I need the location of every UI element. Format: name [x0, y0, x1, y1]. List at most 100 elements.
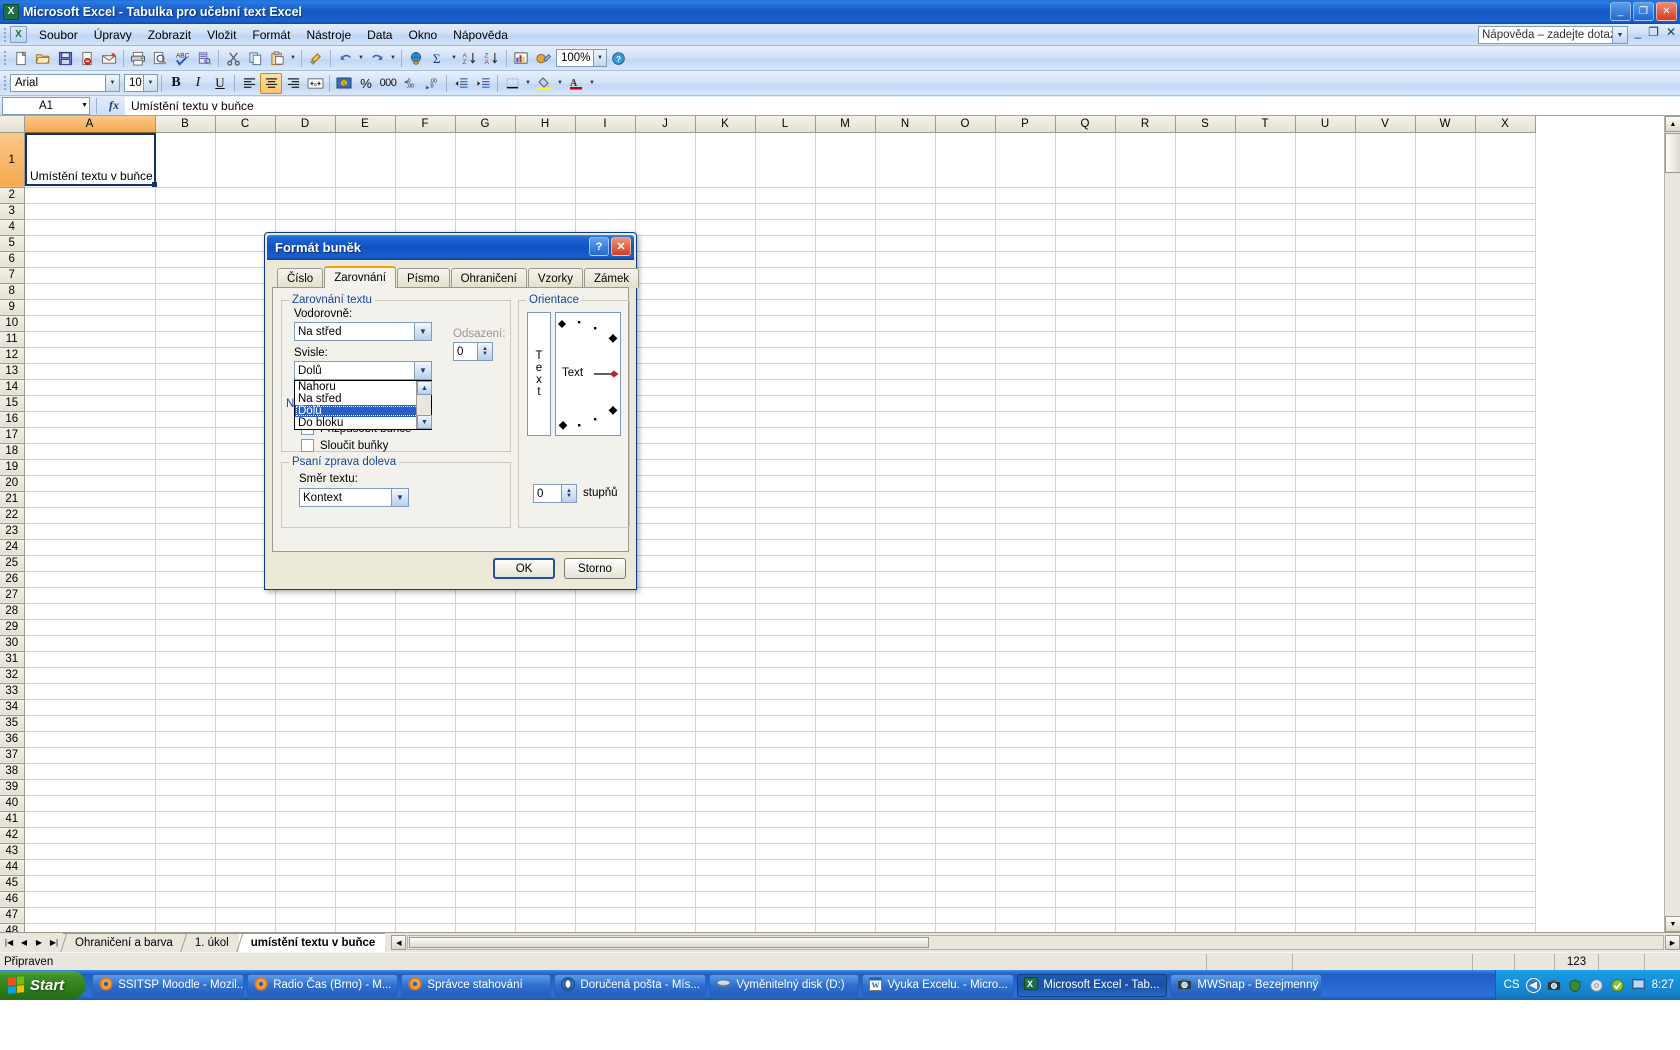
cell-X27[interactable] — [1475, 587, 1536, 604]
cell-F1[interactable] — [395, 132, 456, 188]
cell-K32[interactable] — [695, 667, 756, 684]
cell-O42[interactable] — [935, 827, 996, 844]
cell-U33[interactable] — [1295, 683, 1356, 700]
cell-D2[interactable] — [275, 187, 336, 204]
cell-V33[interactable] — [1355, 683, 1416, 700]
cell-R37[interactable] — [1115, 747, 1176, 764]
cell-J46[interactable] — [635, 891, 696, 908]
cell-B27[interactable] — [155, 587, 216, 604]
cell-S31[interactable] — [1175, 651, 1236, 668]
cell-K15[interactable] — [695, 395, 756, 412]
row-header-7[interactable]: 7 — [0, 267, 25, 284]
cell-E35[interactable] — [335, 715, 396, 732]
cell-X11[interactable] — [1475, 331, 1536, 348]
cell-L44[interactable] — [755, 859, 816, 876]
cell-T4[interactable] — [1235, 219, 1296, 236]
cell-T30[interactable] — [1235, 635, 1296, 652]
cell-N19[interactable] — [875, 459, 936, 476]
format-painter-icon[interactable] — [305, 48, 327, 69]
cell-P5[interactable] — [995, 235, 1056, 252]
cell-P47[interactable] — [995, 907, 1056, 924]
cell-N44[interactable] — [875, 859, 936, 876]
cell-B15[interactable] — [155, 395, 216, 412]
cell-P13[interactable] — [995, 363, 1056, 380]
cell-G41[interactable] — [455, 811, 516, 828]
cell-J47[interactable] — [635, 907, 696, 924]
cell-Q26[interactable] — [1055, 571, 1116, 588]
cell-M29[interactable] — [815, 619, 876, 636]
cell-P3[interactable] — [995, 203, 1056, 220]
cell-C41[interactable] — [215, 811, 276, 828]
cell-U37[interactable] — [1295, 747, 1356, 764]
cell-U31[interactable] — [1295, 651, 1356, 668]
cell-F37[interactable] — [395, 747, 456, 764]
cell-B13[interactable] — [155, 363, 216, 380]
cell-Q43[interactable] — [1055, 843, 1116, 860]
cell-H30[interactable] — [515, 635, 576, 652]
cell-B1[interactable] — [155, 132, 216, 188]
cell-R42[interactable] — [1115, 827, 1176, 844]
cell-V36[interactable] — [1355, 731, 1416, 748]
cell-J11[interactable] — [635, 331, 696, 348]
cell-W38[interactable] — [1415, 763, 1476, 780]
cell-Q44[interactable] — [1055, 859, 1116, 876]
cell-Q14[interactable] — [1055, 379, 1116, 396]
cell-U28[interactable] — [1295, 603, 1356, 620]
cell-J8[interactable] — [635, 283, 696, 300]
cell-P29[interactable] — [995, 619, 1056, 636]
cell-R48[interactable] — [1115, 923, 1176, 932]
cell-J20[interactable] — [635, 475, 696, 492]
cell-N5[interactable] — [875, 235, 936, 252]
cell-O47[interactable] — [935, 907, 996, 924]
cell-E47[interactable] — [335, 907, 396, 924]
cell-S25[interactable] — [1175, 555, 1236, 572]
cell-B42[interactable] — [155, 827, 216, 844]
column-header-R[interactable]: R — [1115, 116, 1176, 133]
cell-D42[interactable] — [275, 827, 336, 844]
print-preview-icon[interactable] — [149, 48, 171, 69]
cell-S26[interactable] — [1175, 571, 1236, 588]
cell-L4[interactable] — [755, 219, 816, 236]
cell-O5[interactable] — [935, 235, 996, 252]
cell-W15[interactable] — [1415, 395, 1476, 412]
cell-F48[interactable] — [395, 923, 456, 932]
cell-U6[interactable] — [1295, 251, 1356, 268]
cell-R21[interactable] — [1115, 491, 1176, 508]
cell-L29[interactable] — [755, 619, 816, 636]
cell-T14[interactable] — [1235, 379, 1296, 396]
cell-Q18[interactable] — [1055, 443, 1116, 460]
cell-A43[interactable] — [24, 843, 156, 860]
cell-F38[interactable] — [395, 763, 456, 780]
cell-N3[interactable] — [875, 203, 936, 220]
row-header-34[interactable]: 34 — [0, 699, 25, 716]
sheet-tab-1[interactable]: 1. úkol — [182, 933, 239, 952]
cell-P43[interactable] — [995, 843, 1056, 860]
cell-T7[interactable] — [1235, 267, 1296, 284]
menu-soubor[interactable]: Soubor — [31, 25, 86, 45]
cell-N24[interactable] — [875, 539, 936, 556]
cell-V48[interactable] — [1355, 923, 1416, 932]
cell-U42[interactable] — [1295, 827, 1356, 844]
cell-C37[interactable] — [215, 747, 276, 764]
cell-A25[interactable] — [24, 555, 156, 572]
cell-M30[interactable] — [815, 635, 876, 652]
indent-spinner[interactable]: 0 ▲ ▼ — [453, 342, 493, 361]
cell-C30[interactable] — [215, 635, 276, 652]
cell-M39[interactable] — [815, 779, 876, 796]
cell-G2[interactable] — [455, 187, 516, 204]
cell-W10[interactable] — [1415, 315, 1476, 332]
cell-C48[interactable] — [215, 923, 276, 932]
cell-S43[interactable] — [1175, 843, 1236, 860]
cell-P27[interactable] — [995, 587, 1056, 604]
cell-T9[interactable] — [1235, 299, 1296, 316]
cell-I42[interactable] — [575, 827, 636, 844]
cell-W16[interactable] — [1415, 411, 1476, 428]
permission-icon[interactable] — [76, 48, 98, 69]
cell-K10[interactable] — [695, 315, 756, 332]
align-left-icon[interactable] — [238, 73, 260, 94]
cell-X30[interactable] — [1475, 635, 1536, 652]
cancel-button[interactable]: Storno — [564, 558, 626, 579]
cell-O24[interactable] — [935, 539, 996, 556]
cell-S21[interactable] — [1175, 491, 1236, 508]
cell-W43[interactable] — [1415, 843, 1476, 860]
